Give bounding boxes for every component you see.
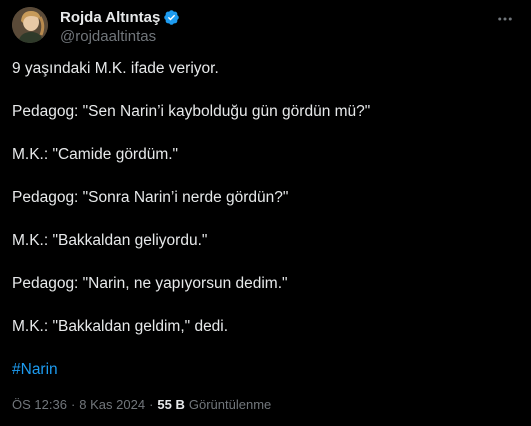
tweet-text: 9 yaşındaki M.K. ifade veriyor. Pedagog:… (12, 59, 517, 380)
tweet-time[interactable]: ÖS 12:36 (12, 397, 67, 412)
more-options-icon[interactable] (495, 9, 515, 29)
display-name[interactable]: Rojda Altıntaş (60, 9, 160, 26)
verified-badge-icon (163, 9, 180, 26)
tweet-line: M.K.: "Bakkaldan geliyordu." (12, 232, 208, 249)
tweet-line: Pedagog: "Sonra Narin’i nerde gördün?" (12, 189, 289, 206)
hashtag-link[interactable]: #Narin (12, 361, 58, 378)
tweet-date[interactable]: 8 Kas 2024 (79, 397, 145, 412)
name-row: Rojda Altıntaş (60, 8, 180, 26)
handle[interactable]: @rojdaaltintas (60, 28, 180, 45)
tweet-line: 9 yaşındaki M.K. ifade veriyor. (12, 60, 219, 77)
tweet-line: Pedagog: "Sen Narin’i kaybolduğu gün gör… (12, 103, 371, 120)
tweet-line: M.K.: "Camide gördüm." (12, 146, 179, 163)
views-label: Görüntülenme (188, 397, 272, 412)
tweet-line: M.K.: "Bakkaldan geldim," dedi. (12, 318, 229, 335)
author-block: Rojda Altıntaş @rojdaaltintas (60, 8, 180, 45)
avatar-image (12, 7, 48, 43)
tweet-meta: ÖS 12:36 · 8 Kas 2024 · 55 B Görüntülenm… (12, 397, 271, 412)
views-count: 55 B (157, 397, 185, 412)
avatar[interactable] (12, 7, 48, 43)
meta-separator: · (149, 397, 154, 412)
tweet-line: Pedagog: "Narin, ne yapıyorsun dedim." (12, 275, 288, 292)
meta-separator: · (70, 397, 76, 412)
tweet: Rojda Altıntaş @rojdaaltintas 9 yaşındak… (0, 0, 531, 426)
